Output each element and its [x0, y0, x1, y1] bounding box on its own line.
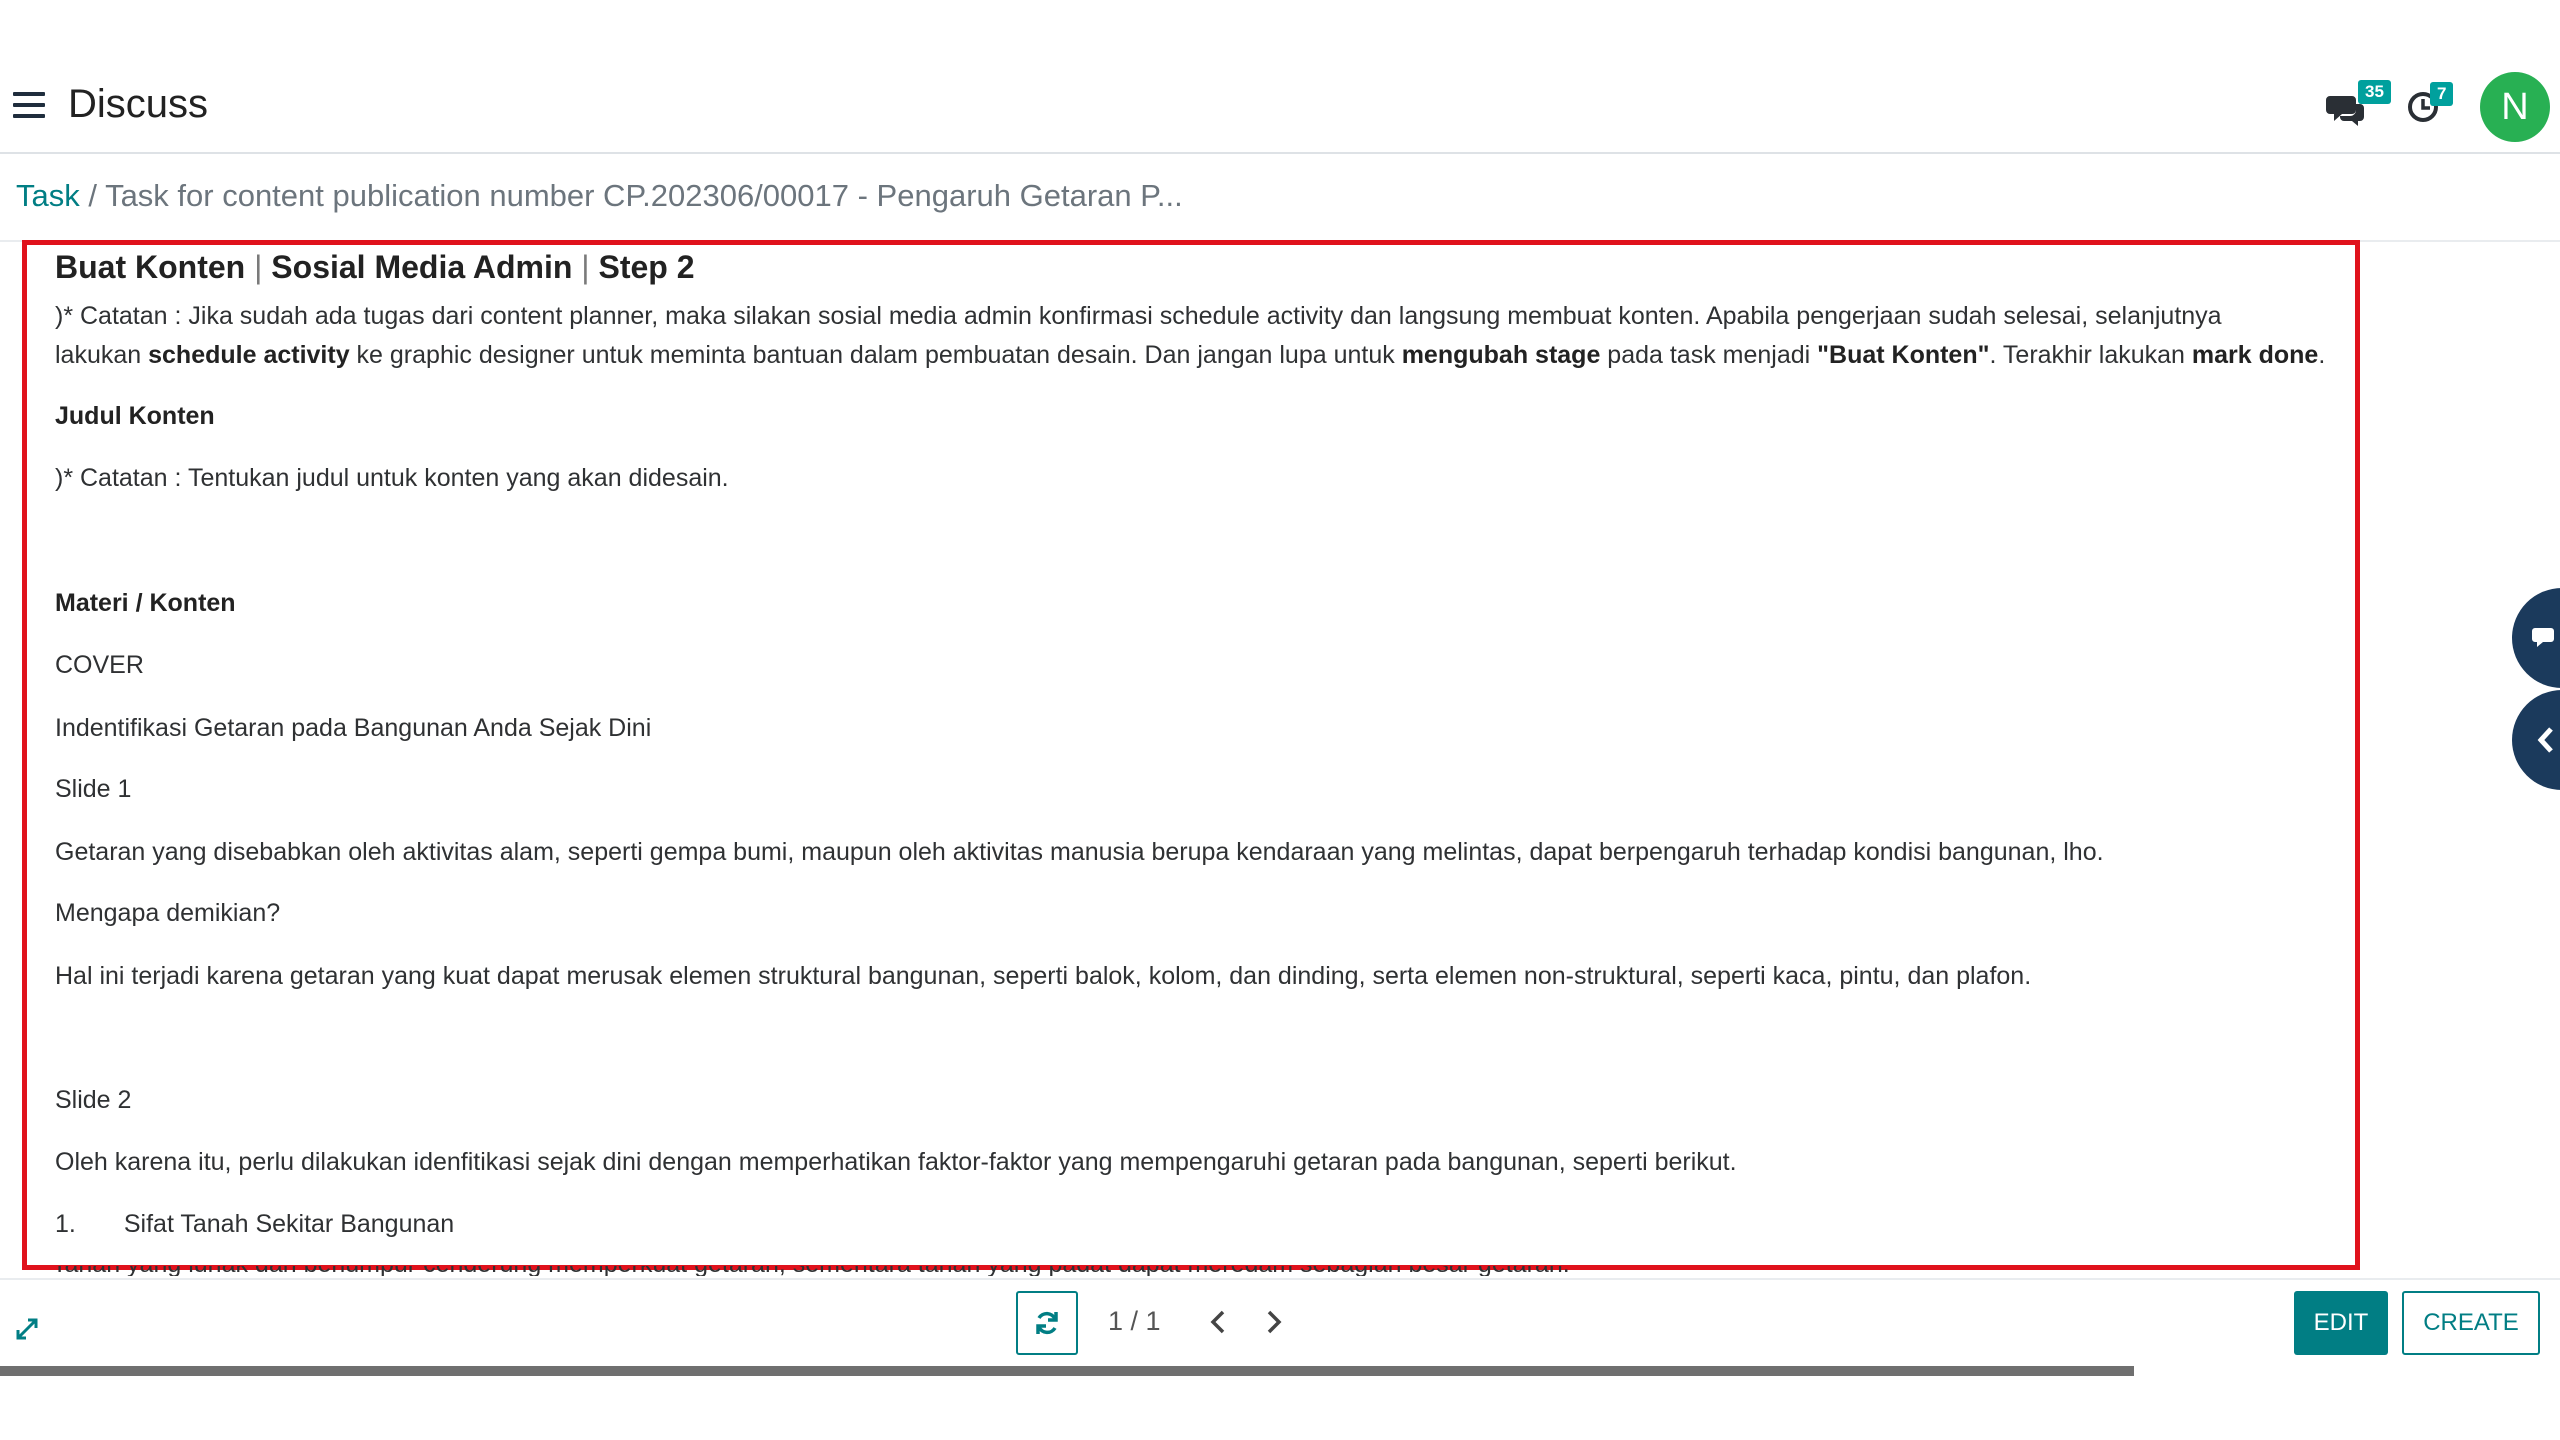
note-text: . Terakhir lakukan: [1989, 341, 2192, 369]
collapse-panel-button[interactable]: [2512, 690, 2560, 790]
note-bold: mengubah stage: [1401, 341, 1601, 369]
breadcrumb-link-task[interactable]: Task: [16, 178, 80, 213]
menu-icon[interactable]: [13, 92, 45, 120]
list-item: 1. Sifat Tanah Sekitar Bangunan: [55, 1210, 454, 1239]
note-bold: "Buat Konten": [1817, 341, 1990, 369]
note-line-1: )* Catatan : Jika sudah ada tugas dari c…: [55, 302, 2222, 330]
breadcrumb: Task / Task for content publication numb…: [16, 178, 1183, 214]
note-bold: schedule activity: [148, 341, 350, 369]
materi-heading: Materi / Konten: [55, 589, 236, 617]
pager-next-icon[interactable]: [1258, 1306, 1288, 1338]
title-separator: |: [254, 249, 263, 285]
truncated-text: Tanah yang lunak dan berlumpur cenderung…: [52, 1266, 1570, 1276]
title-part-2: Sosial Media Admin: [271, 249, 573, 285]
pager-previous-icon[interactable]: [1204, 1306, 1234, 1338]
chatter-toggle-button[interactable]: [2512, 588, 2560, 688]
note-text: ke graphic designer untuk meminta bantua…: [349, 341, 1402, 369]
chat-icon[interactable]: 35: [2326, 80, 2396, 126]
breadcrumb-current: Task for content publication number CP.2…: [105, 178, 1183, 213]
expand-icon[interactable]: [14, 1316, 40, 1342]
divider: [0, 1278, 2560, 1280]
app-title: Discuss: [68, 82, 209, 126]
create-button[interactable]: CREATE: [2402, 1291, 2540, 1355]
note-bold: mark done: [2191, 341, 2319, 369]
slide-1-question: Mengapa demikian?: [55, 899, 281, 927]
note-text: lakukan: [55, 341, 149, 369]
title-part-1: Buat Konten: [55, 249, 246, 285]
top-bar: Discuss 35 7 N: [0, 0, 2560, 154]
refresh-button[interactable]: [1016, 1291, 1078, 1355]
note-text: .: [2318, 341, 2326, 369]
refresh-icon: [1036, 1311, 1058, 1335]
note-line-2: lakukan schedule activity ke graphic des…: [55, 341, 2325, 370]
task-title: Buat Konten | Sosial Media Admin | Step …: [55, 249, 695, 286]
title-separator: |: [581, 249, 590, 285]
slide-2-label: Slide 2: [55, 1086, 132, 1114]
slide-2-paragraph-1: Oleh karena itu, perlu dilakukan idenfit…: [55, 1148, 1737, 1176]
horizontal-scrollbar[interactable]: [0, 1366, 2134, 1376]
slide-1-label: Slide 1: [55, 775, 132, 803]
breadcrumb-separator: /: [88, 178, 97, 213]
messages-badge: 35: [2358, 80, 2391, 104]
title-part-3: Step 2: [598, 249, 695, 285]
cover-label: COVER: [55, 651, 144, 679]
task-description-panel: Buat Konten | Sosial Media Admin | Step …: [22, 240, 2360, 1270]
chevron-left-icon: [2537, 727, 2553, 753]
clock-icon[interactable]: 7: [2406, 80, 2458, 126]
judul-heading: Judul Konten: [55, 402, 215, 430]
slide-1-paragraph-1: Getaran yang disebabkan oleh aktivitas a…: [55, 838, 2104, 866]
avatar[interactable]: N: [2480, 72, 2550, 142]
truncated-paragraph: Tanah yang lunak dan berlumpur cenderung…: [52, 1266, 1570, 1276]
chat-icon: [2532, 628, 2554, 647]
note-text: pada task menjadi: [1600, 341, 1818, 369]
list-number: 1.: [55, 1210, 76, 1238]
cover-text: Indentifikasi Getaran pada Bangunan Anda…: [55, 714, 652, 742]
pager-counter: 1 / 1: [1108, 1306, 1161, 1336]
edit-button[interactable]: EDIT: [2294, 1291, 2388, 1355]
note-2: )* Catatan : Tentukan judul untuk konten…: [55, 464, 729, 492]
list-text: Sifat Tanah Sekitar Bangunan: [123, 1210, 455, 1238]
activities-badge: 7: [2430, 82, 2454, 106]
slide-1-paragraph-2: Hal ini terjadi karena getaran yang kuat…: [55, 962, 2032, 990]
